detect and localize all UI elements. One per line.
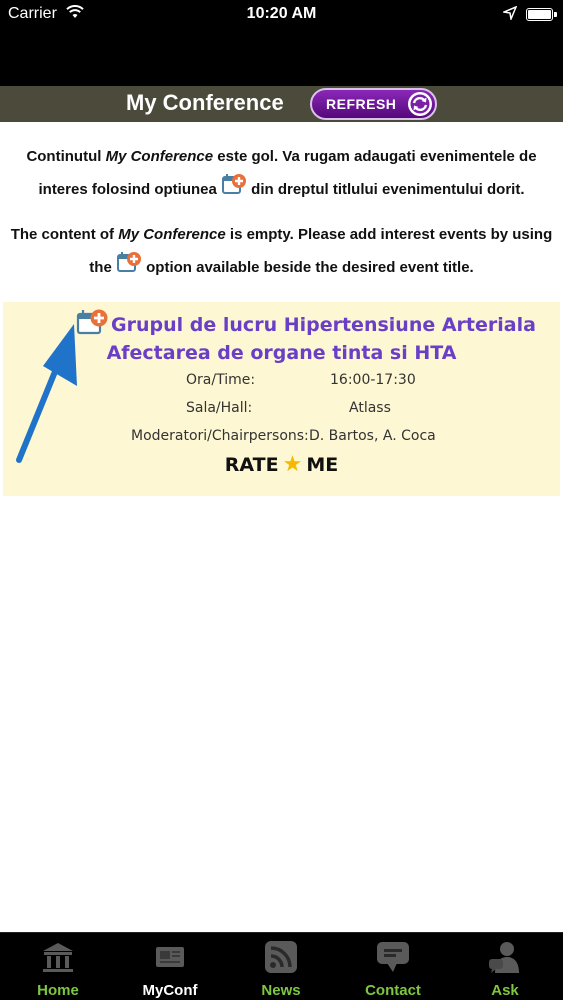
tab-label: MyConf [142, 982, 198, 999]
tab-myconf[interactable]: MyConf [120, 933, 220, 1000]
message-text: The content of [10, 226, 119, 243]
rss-icon [265, 941, 297, 973]
message-emphasis: My Conference [118, 226, 226, 243]
pointer-arrow-icon [16, 324, 77, 463]
empty-message-ro: Continutul My Conference este gol. Va ru… [0, 141, 563, 205]
message-text: option available beside the desired even… [141, 259, 474, 276]
tab-ask[interactable]: Ask [455, 933, 555, 1000]
message-emphasis: My Conference [105, 148, 214, 165]
page-title: My Conference [126, 90, 284, 115]
add-calendar-icon [222, 174, 246, 194]
chat-icon [377, 942, 409, 972]
star-icon: ★ [282, 452, 303, 477]
time-label: Ora/Time: [186, 372, 256, 388]
message-text: din dreptul titlului evenimentului dorit… [247, 181, 525, 198]
location-icon [501, 5, 518, 25]
rate-label-right: ME [306, 454, 339, 476]
tab-contact[interactable]: Contact [343, 933, 443, 1000]
tab-label: Contact [365, 982, 421, 999]
time-value: 16:00-17:30 [330, 372, 416, 388]
add-calendar-icon [116, 252, 141, 272]
tab-bar: Home MyConf News Contact Ask [0, 932, 563, 1000]
moderators-value: D. Bartos, A. Coca [309, 428, 436, 444]
tab-news[interactable]: News [231, 933, 331, 1000]
page-header: My Conference REFRESH [0, 86, 563, 122]
refresh-icon [408, 92, 432, 116]
clock: 10:20 AM [246, 5, 317, 22]
home-icon [43, 943, 73, 972]
tab-label: News [261, 982, 301, 999]
hall-label: Sala/Hall: [186, 400, 253, 416]
refresh-button[interactable]: REFRESH [310, 88, 437, 120]
refresh-button-label: REFRESH [326, 96, 397, 112]
tab-label: Ask [491, 982, 519, 999]
top-band [0, 32, 563, 86]
hall-value: Atlass [349, 400, 391, 416]
moderators-label: Moderatori/Chairpersons: [131, 428, 309, 444]
sample-event-card: Grupul de lucru Hipertensiune Arteriala … [3, 302, 560, 496]
battery-icon [526, 8, 553, 21]
tab-home[interactable]: Home [8, 933, 108, 1000]
empty-message-en: The content of My Conference is empty. P… [0, 219, 563, 283]
battery-tip [554, 12, 557, 17]
rate-label-left: RATE [224, 454, 279, 476]
status-bar: Carrier 10:20 AM [0, 0, 563, 32]
ask-icon [489, 942, 519, 973]
tab-label: Home [37, 982, 79, 999]
myconf-icon [156, 947, 184, 967]
message-text: Continutul [26, 148, 106, 165]
